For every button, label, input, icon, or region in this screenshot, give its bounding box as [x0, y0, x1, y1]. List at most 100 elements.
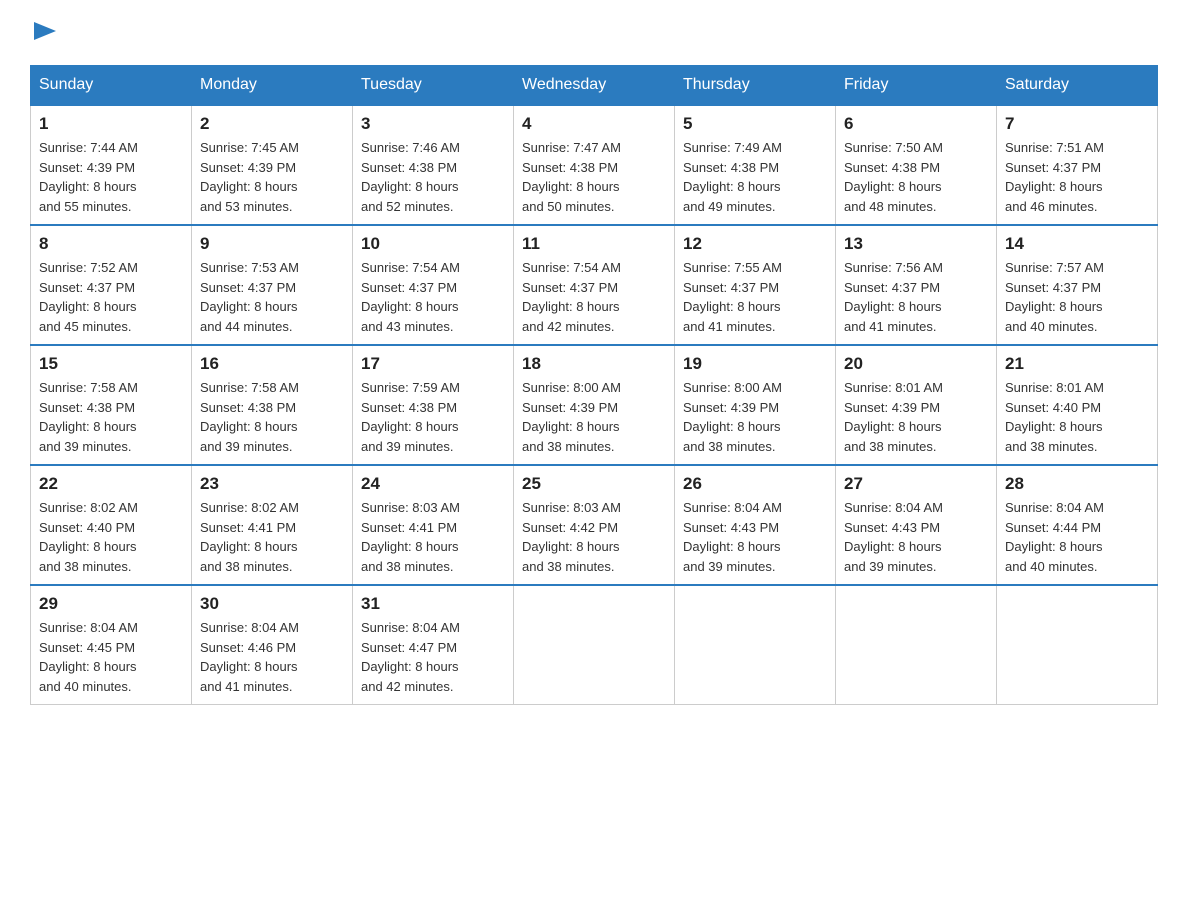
day-info: Sunrise: 7:55 AM Sunset: 4:37 PM Dayligh… [683, 258, 827, 336]
day-number: 14 [1005, 234, 1149, 254]
day-number: 11 [522, 234, 666, 254]
day-number: 3 [361, 114, 505, 134]
calendar-cell [997, 585, 1158, 705]
calendar-cell: 15 Sunrise: 7:58 AM Sunset: 4:38 PM Dayl… [31, 345, 192, 465]
calendar-cell: 28 Sunrise: 8:04 AM Sunset: 4:44 PM Dayl… [997, 465, 1158, 585]
day-info: Sunrise: 7:52 AM Sunset: 4:37 PM Dayligh… [39, 258, 183, 336]
day-number: 20 [844, 354, 988, 374]
day-info: Sunrise: 7:54 AM Sunset: 4:37 PM Dayligh… [522, 258, 666, 336]
day-info: Sunrise: 7:56 AM Sunset: 4:37 PM Dayligh… [844, 258, 988, 336]
calendar-header-thursday: Thursday [675, 66, 836, 106]
day-number: 5 [683, 114, 827, 134]
calendar-cell: 20 Sunrise: 8:01 AM Sunset: 4:39 PM Dayl… [836, 345, 997, 465]
calendar-cell: 27 Sunrise: 8:04 AM Sunset: 4:43 PM Dayl… [836, 465, 997, 585]
calendar-cell: 26 Sunrise: 8:04 AM Sunset: 4:43 PM Dayl… [675, 465, 836, 585]
day-info: Sunrise: 7:49 AM Sunset: 4:38 PM Dayligh… [683, 138, 827, 216]
day-info: Sunrise: 8:04 AM Sunset: 4:44 PM Dayligh… [1005, 498, 1149, 576]
calendar-cell: 25 Sunrise: 8:03 AM Sunset: 4:42 PM Dayl… [514, 465, 675, 585]
day-number: 10 [361, 234, 505, 254]
day-info: Sunrise: 7:54 AM Sunset: 4:37 PM Dayligh… [361, 258, 505, 336]
day-info: Sunrise: 8:01 AM Sunset: 4:39 PM Dayligh… [844, 378, 988, 456]
day-info: Sunrise: 7:53 AM Sunset: 4:37 PM Dayligh… [200, 258, 344, 336]
calendar-week-row: 1 Sunrise: 7:44 AM Sunset: 4:39 PM Dayli… [31, 105, 1158, 225]
calendar-cell: 8 Sunrise: 7:52 AM Sunset: 4:37 PM Dayli… [31, 225, 192, 345]
calendar-header-wednesday: Wednesday [514, 66, 675, 106]
day-info: Sunrise: 7:50 AM Sunset: 4:38 PM Dayligh… [844, 138, 988, 216]
calendar-table: SundayMondayTuesdayWednesdayThursdayFrid… [30, 65, 1158, 705]
day-number: 21 [1005, 354, 1149, 374]
calendar-cell [675, 585, 836, 705]
day-number: 18 [522, 354, 666, 374]
day-info: Sunrise: 7:45 AM Sunset: 4:39 PM Dayligh… [200, 138, 344, 216]
calendar-header-row: SundayMondayTuesdayWednesdayThursdayFrid… [31, 66, 1158, 106]
calendar-cell: 2 Sunrise: 7:45 AM Sunset: 4:39 PM Dayli… [192, 105, 353, 225]
day-info: Sunrise: 7:46 AM Sunset: 4:38 PM Dayligh… [361, 138, 505, 216]
day-info: Sunrise: 8:01 AM Sunset: 4:40 PM Dayligh… [1005, 378, 1149, 456]
day-number: 17 [361, 354, 505, 374]
calendar-cell: 4 Sunrise: 7:47 AM Sunset: 4:38 PM Dayli… [514, 105, 675, 225]
calendar-cell: 10 Sunrise: 7:54 AM Sunset: 4:37 PM Dayl… [353, 225, 514, 345]
calendar-cell: 7 Sunrise: 7:51 AM Sunset: 4:37 PM Dayli… [997, 105, 1158, 225]
day-number: 8 [39, 234, 183, 254]
calendar-cell: 31 Sunrise: 8:04 AM Sunset: 4:47 PM Dayl… [353, 585, 514, 705]
day-number: 16 [200, 354, 344, 374]
day-number: 4 [522, 114, 666, 134]
day-info: Sunrise: 7:47 AM Sunset: 4:38 PM Dayligh… [522, 138, 666, 216]
calendar-cell [836, 585, 997, 705]
calendar-cell: 5 Sunrise: 7:49 AM Sunset: 4:38 PM Dayli… [675, 105, 836, 225]
day-number: 29 [39, 594, 183, 614]
day-number: 1 [39, 114, 183, 134]
day-number: 24 [361, 474, 505, 494]
day-number: 7 [1005, 114, 1149, 134]
day-info: Sunrise: 7:44 AM Sunset: 4:39 PM Dayligh… [39, 138, 183, 216]
logo [30, 20, 56, 45]
day-number: 2 [200, 114, 344, 134]
logo-triangle-icon [34, 22, 56, 40]
calendar-header-sunday: Sunday [31, 66, 192, 106]
calendar-header-friday: Friday [836, 66, 997, 106]
day-number: 23 [200, 474, 344, 494]
calendar-cell: 6 Sunrise: 7:50 AM Sunset: 4:38 PM Dayli… [836, 105, 997, 225]
calendar-cell: 1 Sunrise: 7:44 AM Sunset: 4:39 PM Dayli… [31, 105, 192, 225]
day-number: 22 [39, 474, 183, 494]
day-number: 15 [39, 354, 183, 374]
calendar-cell: 14 Sunrise: 7:57 AM Sunset: 4:37 PM Dayl… [997, 225, 1158, 345]
day-number: 31 [361, 594, 505, 614]
day-number: 6 [844, 114, 988, 134]
day-info: Sunrise: 7:59 AM Sunset: 4:38 PM Dayligh… [361, 378, 505, 456]
day-info: Sunrise: 7:58 AM Sunset: 4:38 PM Dayligh… [200, 378, 344, 456]
calendar-week-row: 22 Sunrise: 8:02 AM Sunset: 4:40 PM Dayl… [31, 465, 1158, 585]
day-info: Sunrise: 8:04 AM Sunset: 4:45 PM Dayligh… [39, 618, 183, 696]
calendar-cell: 3 Sunrise: 7:46 AM Sunset: 4:38 PM Dayli… [353, 105, 514, 225]
day-info: Sunrise: 8:00 AM Sunset: 4:39 PM Dayligh… [522, 378, 666, 456]
day-info: Sunrise: 8:04 AM Sunset: 4:47 PM Dayligh… [361, 618, 505, 696]
day-number: 13 [844, 234, 988, 254]
day-number: 26 [683, 474, 827, 494]
calendar-cell: 11 Sunrise: 7:54 AM Sunset: 4:37 PM Dayl… [514, 225, 675, 345]
day-info: Sunrise: 8:02 AM Sunset: 4:41 PM Dayligh… [200, 498, 344, 576]
calendar-cell: 21 Sunrise: 8:01 AM Sunset: 4:40 PM Dayl… [997, 345, 1158, 465]
day-info: Sunrise: 8:04 AM Sunset: 4:43 PM Dayligh… [844, 498, 988, 576]
day-number: 27 [844, 474, 988, 494]
calendar-cell: 17 Sunrise: 7:59 AM Sunset: 4:38 PM Dayl… [353, 345, 514, 465]
calendar-cell: 30 Sunrise: 8:04 AM Sunset: 4:46 PM Dayl… [192, 585, 353, 705]
day-info: Sunrise: 7:57 AM Sunset: 4:37 PM Dayligh… [1005, 258, 1149, 336]
calendar-cell: 9 Sunrise: 7:53 AM Sunset: 4:37 PM Dayli… [192, 225, 353, 345]
calendar-header-monday: Monday [192, 66, 353, 106]
calendar-cell: 29 Sunrise: 8:04 AM Sunset: 4:45 PM Dayl… [31, 585, 192, 705]
calendar-week-row: 29 Sunrise: 8:04 AM Sunset: 4:45 PM Dayl… [31, 585, 1158, 705]
calendar-header-saturday: Saturday [997, 66, 1158, 106]
day-number: 19 [683, 354, 827, 374]
calendar-cell: 19 Sunrise: 8:00 AM Sunset: 4:39 PM Dayl… [675, 345, 836, 465]
day-number: 30 [200, 594, 344, 614]
day-number: 12 [683, 234, 827, 254]
day-info: Sunrise: 7:58 AM Sunset: 4:38 PM Dayligh… [39, 378, 183, 456]
day-number: 25 [522, 474, 666, 494]
calendar-cell: 12 Sunrise: 7:55 AM Sunset: 4:37 PM Dayl… [675, 225, 836, 345]
day-info: Sunrise: 8:02 AM Sunset: 4:40 PM Dayligh… [39, 498, 183, 576]
page-header [30, 20, 1158, 45]
day-number: 9 [200, 234, 344, 254]
day-info: Sunrise: 8:04 AM Sunset: 4:46 PM Dayligh… [200, 618, 344, 696]
calendar-cell: 16 Sunrise: 7:58 AM Sunset: 4:38 PM Dayl… [192, 345, 353, 465]
calendar-week-row: 15 Sunrise: 7:58 AM Sunset: 4:38 PM Dayl… [31, 345, 1158, 465]
